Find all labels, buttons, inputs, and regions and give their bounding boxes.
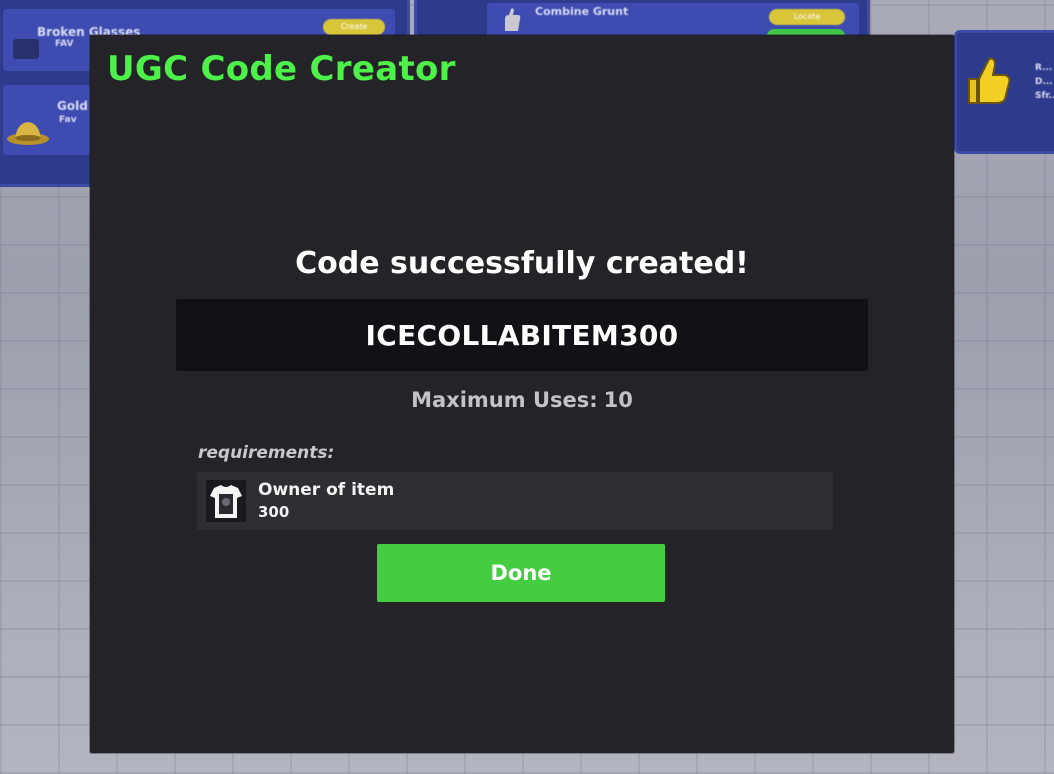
background-item-name: Gold [57, 99, 88, 113]
hand-icon [505, 8, 521, 31]
maximum-uses-label: Maximum Uses: [411, 388, 598, 412]
success-heading: Code successfully created! [295, 246, 749, 281]
dialog-title: UGC Code Creator [107, 49, 456, 89]
background-locate-pill: Locate [769, 9, 845, 25]
code-value[interactable]: ICECOLLABITEM300 [366, 319, 679, 352]
background-item-sub: Fav [59, 115, 77, 125]
requirement-title: Owner of item [258, 480, 395, 500]
maximum-uses-value: 10 [603, 388, 633, 412]
background-item-sub: FAV [55, 39, 74, 49]
background-board-right: R... D... Sfr... [954, 30, 1054, 154]
maximum-uses: Maximum Uses: 10 [90, 388, 954, 412]
thumbs-up-icon [968, 57, 1011, 104]
background-item-name: Combine Grunt [535, 5, 629, 18]
background-create-pill: Create [323, 19, 385, 35]
done-button[interactable]: Done [377, 544, 665, 602]
gold-hat-icon [7, 122, 49, 145]
game-scene: Broken Glasses FAV Create Gold Fav Combi… [0, 0, 1054, 774]
requirement-value: 300 [258, 503, 290, 521]
background-item-thumb [13, 39, 39, 59]
background-right-note: R... D... Sfr... [1035, 63, 1054, 101]
ugc-code-creator-dialog: UGC Code Creator Code successfully creat… [90, 35, 954, 753]
requirement-row: Owner of item 300 [197, 472, 833, 530]
requirements-label: requirements: [198, 443, 335, 463]
shirt-icon [206, 480, 246, 522]
code-display-box[interactable]: ICECOLLABITEM300 [176, 299, 868, 371]
item-thumbnail [206, 480, 246, 522]
